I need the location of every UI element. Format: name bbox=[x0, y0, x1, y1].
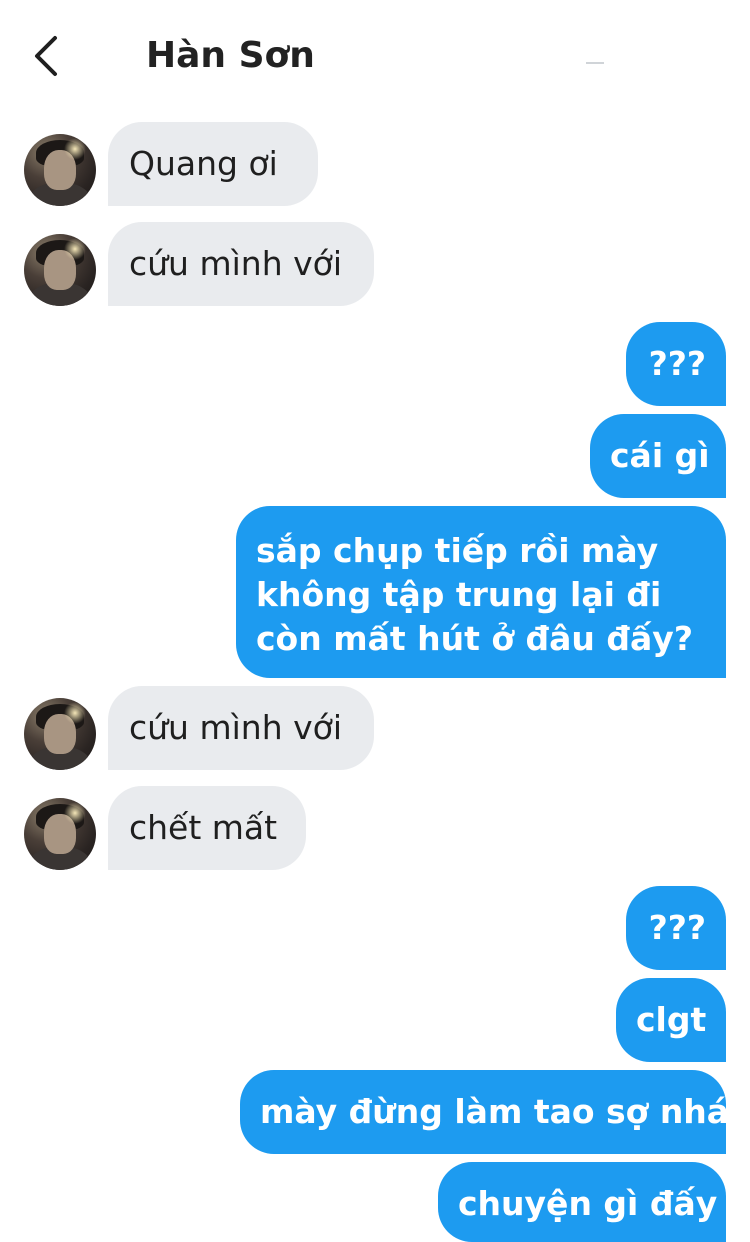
outgoing-message[interactable]: mày đừng làm tao sợ nhá bbox=[240, 1070, 730, 1154]
message-text: cứu mình với bbox=[129, 708, 342, 747]
incoming-message[interactable]: cứu mình với bbox=[108, 686, 374, 770]
outgoing-message[interactable]: chuyện gì đấy bbox=[438, 1162, 726, 1242]
avatar[interactable] bbox=[24, 134, 96, 206]
message-text: mày đừng làm tao sợ nhá bbox=[260, 1092, 730, 1131]
message-line: sắp chụp tiếp rồi mày bbox=[256, 531, 659, 570]
outgoing-message[interactable]: sắp chụp tiếp rồi mày không tập trung lạ… bbox=[236, 506, 726, 678]
message-text: cứu mình với bbox=[129, 244, 342, 283]
message-thread: Quang ơi cứu mình với ??? cái gì sắp chụ… bbox=[0, 0, 750, 1242]
message-text: clgt bbox=[636, 1000, 707, 1039]
incoming-message[interactable]: Quang ơi bbox=[108, 122, 318, 206]
outgoing-message[interactable]: ??? bbox=[626, 322, 726, 406]
message-line: còn mất hút ở đâu đấy? bbox=[256, 619, 693, 658]
incoming-message[interactable]: cứu mình với bbox=[108, 222, 374, 306]
message-text: cái gì bbox=[610, 436, 710, 475]
outgoing-message[interactable]: cái gì bbox=[590, 414, 726, 498]
incoming-message[interactable]: chết mất bbox=[108, 786, 306, 870]
avatar[interactable] bbox=[24, 234, 96, 306]
outgoing-message[interactable]: ??? bbox=[626, 886, 726, 970]
outgoing-message[interactable]: clgt bbox=[616, 978, 726, 1062]
message-text: ??? bbox=[648, 344, 706, 383]
message-line: không tập trung lại đi bbox=[256, 575, 662, 614]
message-text: chết mất bbox=[129, 808, 278, 847]
message-text: ??? bbox=[648, 908, 706, 947]
avatar[interactable] bbox=[24, 698, 96, 770]
message-text: Quang ơi bbox=[129, 144, 278, 183]
message-text: chuyện gì đấy bbox=[458, 1184, 718, 1223]
avatar[interactable] bbox=[24, 798, 96, 870]
